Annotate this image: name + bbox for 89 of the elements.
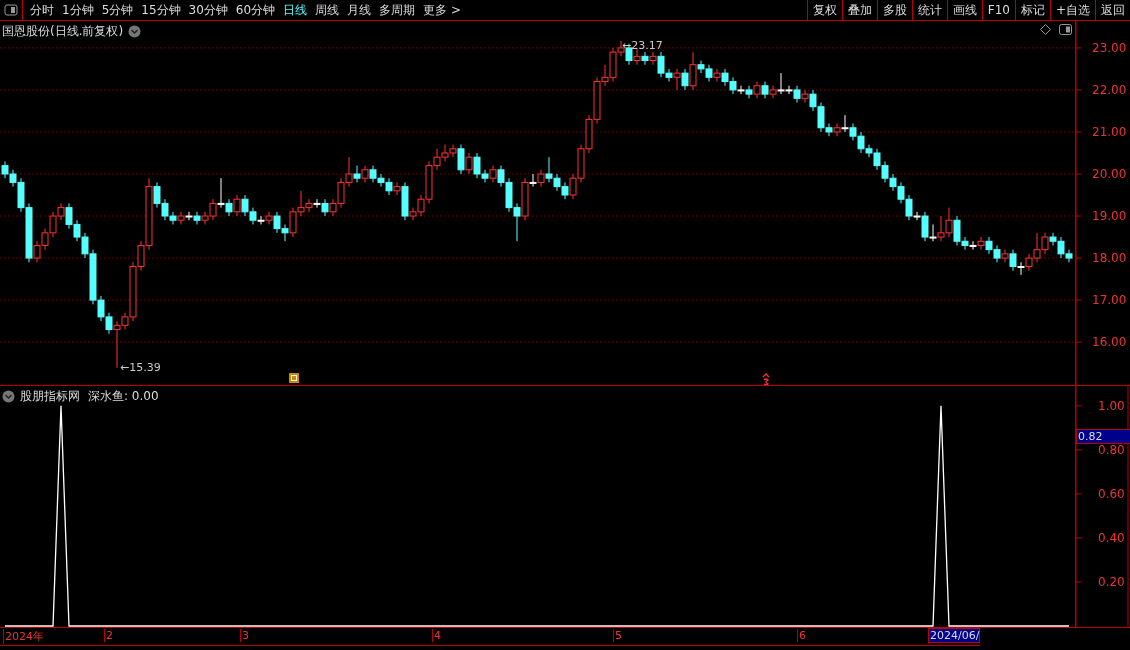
candlestick [321,198,329,217]
toolbar-button[interactable]: 返回 [1095,0,1130,20]
dropdown-icon[interactable] [128,25,142,38]
candlestick [225,198,233,217]
toolbar-button[interactable]: F10 [981,0,1015,20]
candlestick [529,173,537,188]
candlestick [801,89,809,104]
price-axis-label: 18.00 [1092,251,1127,266]
candlestick [185,211,193,221]
price-axis-label: 17.00 [1092,293,1127,308]
indicator-axis-label: 1.00 [1098,398,1125,413]
toolbar-button[interactable]: +自选 [1049,0,1095,20]
timeline-label: 6 [797,629,806,642]
price-axis-label: 16.00 [1092,335,1127,350]
candlestick [833,123,841,137]
candlestick [969,240,977,251]
candlestick [921,211,929,242]
period-tab[interactable]: 分时 [26,1,58,19]
candlestick [737,85,745,95]
candlestick [841,114,849,133]
square-marker-icon[interactable] [289,373,299,383]
candlestick [217,177,225,209]
indicator-axis-label: 0.60 [1098,486,1125,501]
period-tab[interactable]: 60分钟 [231,1,280,19]
candlestick [193,211,201,225]
candlestick [745,85,753,99]
price-axis-label: 21.00 [1092,124,1127,139]
candlestick [465,152,473,175]
cursor-value-label: 0.82 [1076,429,1130,444]
candlestick [265,211,273,225]
timeline-label: 2 [104,629,113,642]
period-tab[interactable]: 月线 [343,1,376,19]
candlestick [673,68,681,91]
period-tab[interactable]: 日线 [279,1,312,19]
candlestick [1017,261,1025,276]
candlestick [689,51,697,91]
candlestick [353,165,361,183]
toolbar-button[interactable]: 统计 [911,0,947,20]
indicator-axis-label: 0.20 [1098,574,1125,589]
period-tab[interactable]: 15分钟 [137,1,185,19]
toolbar-button[interactable]: 复权 [806,0,842,20]
candlestick [713,68,721,83]
candlestick [233,194,241,217]
price-axis-label: 20.00 [1092,167,1127,181]
high-price-label: ←23.17 [622,39,663,52]
period-tab[interactable]: 更多 > [419,1,465,19]
indicator-value: : 0.00 [124,389,159,403]
toolbar-button[interactable]: 叠加 [841,0,877,20]
candlestick [257,215,265,225]
panel-icon[interactable] [1059,24,1072,35]
candlestick [769,85,777,99]
dropdown-icon[interactable] [2,390,15,403]
period-tab[interactable]: 5分钟 [97,1,138,19]
candlestick [177,211,185,225]
period-tab[interactable]: 1分钟 [58,1,98,19]
candlestick [681,68,689,91]
timeline-label: 5 [613,629,622,642]
period-tab[interactable]: 多周期 [375,1,420,19]
period-tab[interactable]: 周线 [311,1,344,19]
stock-title: 国恩股份(日线.前复权) [2,23,124,40]
signal-marker-icon[interactable] [762,373,770,385]
candlestick [393,181,401,196]
timeline-label: 4 [432,629,441,642]
diamond-icon[interactable] [1040,24,1051,35]
low-price-label: ←15.39 [120,361,161,374]
panel-icon [4,4,18,16]
toolbar-button[interactable]: 标记 [1014,0,1050,20]
price-axis-label: 22.00 [1092,82,1127,97]
candlestick [1009,249,1017,272]
candlestick [913,211,921,221]
candlestick [641,51,649,66]
candlestick [1001,249,1009,263]
price-axis-label: 19.00 [1092,209,1127,224]
indicator-title: 股朋指标网 [20,388,80,405]
candlestick [929,223,937,242]
candlestick [457,144,465,175]
candlestick [649,51,657,66]
timeline-label: 2024年 [3,629,44,644]
indicator-axis-label: 0.40 [1098,530,1125,545]
toolbar-button[interactable]: 多股 [876,0,912,20]
toolbar-button[interactable]: 画线 [946,0,982,20]
indicator-axis-label: 0.80 [1098,442,1125,457]
price-axis-label: 23.00 [1092,40,1127,55]
timeline-label: 3 [240,629,249,642]
candlestick [977,236,985,251]
period-tab[interactable]: 30分钟 [184,1,232,19]
candlestick [633,47,641,66]
candlestick [313,198,321,209]
series-name: 深水鱼 [88,389,124,403]
